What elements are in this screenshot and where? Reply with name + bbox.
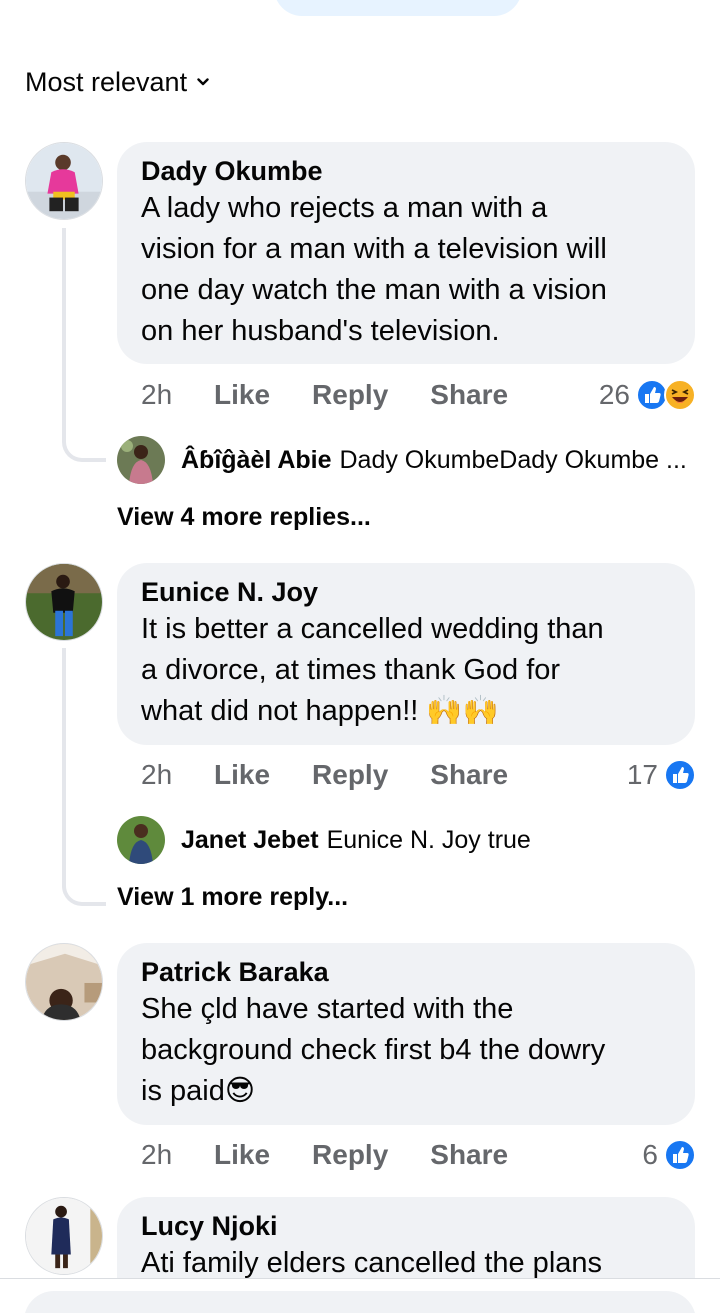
comment-input[interactable] (24, 1291, 696, 1313)
avatar[interactable] (25, 1197, 103, 1275)
share-button[interactable]: Share (430, 379, 508, 411)
avatar[interactable] (25, 943, 103, 1021)
comment-line: one day watch the man with a vision (141, 274, 607, 306)
comment-bubble: Patrick Baraka She çld have started with… (117, 943, 695, 1125)
comment-time: 2h (141, 1139, 173, 1170)
reply-button[interactable]: Reply (312, 759, 388, 791)
thread-line (62, 648, 106, 906)
comment-line: background check first b4 the dowry (141, 1034, 606, 1066)
like-button[interactable]: Like (214, 1139, 270, 1171)
avatar[interactable] (25, 142, 103, 220)
comment-line: It is better a cancelled wedding than (141, 613, 604, 645)
comment-actions: 2h Like Reply Share (141, 757, 550, 793)
reply-preview[interactable]: Janet Jebet Eunice N. Joy true (117, 815, 697, 865)
comment-composer-bar (0, 1278, 720, 1313)
comment-author[interactable]: Patrick Baraka (141, 955, 671, 989)
reply-author[interactable]: Janet Jebet (181, 826, 319, 855)
comment-actions: 2h Like Reply Share (141, 1137, 550, 1173)
reply-author[interactable]: Âɓîĝàèl Abie (181, 446, 332, 475)
view-more-replies-link[interactable]: View 4 more replies... (117, 500, 371, 534)
comment-line: a divorce, at times thank God for (141, 654, 561, 686)
comment-author[interactable]: Lucy Njoki (141, 1209, 671, 1243)
comment-line: what did not happen!! 🙌🙌 (141, 695, 499, 727)
like-button[interactable]: Like (214, 379, 270, 411)
comment-author[interactable]: Dady Okumbe (141, 154, 671, 188)
comment-line: on her husband's television. (141, 315, 500, 347)
like-icon (664, 1139, 696, 1171)
comment-actions: 2h Like Reply Share (141, 377, 550, 413)
view-more-replies-link[interactable]: View 1 more reply... (117, 880, 348, 914)
reaction-count: 17 (626, 759, 658, 790)
comment-time: 2h (141, 759, 173, 790)
reaction-summary[interactable]: 6 (642, 1137, 696, 1173)
reaction-count: 26 (598, 379, 630, 410)
comment-line: is paid😎 (141, 1075, 256, 1107)
share-button[interactable]: Share (430, 759, 508, 791)
reply-text: Eunice N. Joy true (326, 825, 531, 854)
like-button[interactable]: Like (214, 759, 270, 791)
comment-line: A lady who rejects a man with a (141, 192, 548, 224)
comment-bubble: Eunice N. Joy It is better a cancelled w… (117, 563, 695, 745)
chevron-down-icon (197, 78, 209, 86)
reaction-count: 6 (642, 1139, 658, 1170)
comment-bubble: Dady Okumbe A lady who rejects a man wit… (117, 142, 695, 364)
like-icon (664, 759, 696, 791)
comment-time: 2h (141, 379, 173, 410)
top-pill-button[interactable] (274, 0, 522, 16)
avatar[interactable] (117, 436, 165, 484)
avatar[interactable] (25, 563, 103, 641)
reaction-summary[interactable]: 17 (627, 757, 696, 793)
reply-button[interactable]: Reply (312, 379, 388, 411)
comment-author[interactable]: Eunice N. Joy (141, 575, 671, 609)
reply-text: Dady OkumbeDady Okumbe ... (339, 445, 687, 474)
avatar[interactable] (117, 816, 165, 864)
sort-label: Most relevant (25, 66, 188, 97)
reply-preview[interactable]: Âɓîĝàèl Abie Dady OkumbeDady Okumbe ... (117, 435, 697, 485)
comment-line: She çld have started with the (141, 993, 514, 1025)
sort-dropdown[interactable]: Most relevant (25, 64, 209, 100)
comment-line: vision for a man with a television will (141, 233, 607, 265)
reaction-summary[interactable]: 26 (599, 377, 696, 413)
share-button[interactable]: Share (430, 1139, 508, 1171)
thread-line (62, 228, 106, 462)
haha-icon (664, 379, 696, 411)
reply-button[interactable]: Reply (312, 1139, 388, 1171)
